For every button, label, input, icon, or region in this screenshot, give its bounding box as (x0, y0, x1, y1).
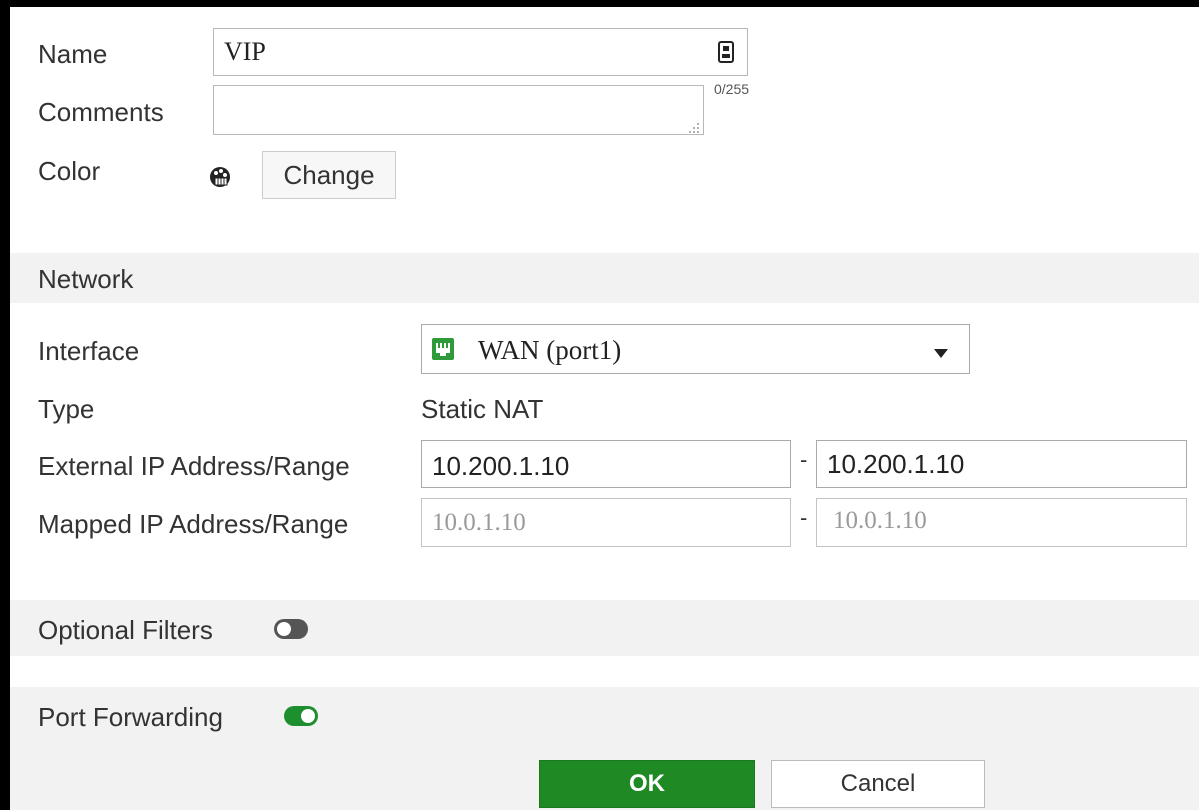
dialog-footer: OK Cancel (10, 743, 1199, 810)
vip-edit-dialog: Name VIP 0/255 Comments Color Change Net… (10, 7, 1199, 810)
mapped-ip-end-placeholder: 10.0.1.10 (833, 507, 927, 534)
resize-grip-icon[interactable] (689, 120, 699, 133)
color-label: Color (38, 156, 101, 186)
interface-label: Interface (38, 336, 140, 366)
optional-filters-toggle[interactable] (274, 619, 308, 639)
caret-down-icon[interactable] (934, 345, 948, 358)
toggle-knob (277, 622, 291, 636)
name-label: Name (38, 39, 108, 69)
color-palette-icon (209, 166, 231, 188)
port-forwarding-label: Port Forwarding (38, 702, 223, 732)
network-section-title: Network (38, 264, 134, 294)
mapped-ip-end-input[interactable]: 10.0.1.10 (816, 498, 1187, 547)
mapped-ip-start-input[interactable]: 10.0.1.10 (421, 498, 791, 547)
char-counter: 0/255 (714, 81, 750, 97)
network-section-header: Network (10, 253, 1199, 303)
external-ip-label: External IP Address/Range (38, 451, 350, 481)
external-ip-end-value: 10.200.1.10 (827, 449, 965, 479)
external-ip-start-value: 10.200.1.10 (432, 451, 570, 481)
type-value: Static NAT (421, 394, 544, 424)
port-icon (432, 338, 454, 360)
port-forwarding-toggle[interactable] (284, 706, 318, 726)
change-color-button[interactable]: Change (262, 151, 396, 199)
external-ip-end-input[interactable]: 10.200.1.10 (816, 440, 1187, 488)
type-label: Type (38, 394, 95, 424)
comments-label: Comments (38, 97, 164, 127)
form-fill-icon[interactable] (718, 41, 734, 63)
optional-filters-section: Optional Filters (10, 600, 1199, 656)
interface-selected-value: WAN (port1) (478, 335, 622, 365)
cancel-button[interactable]: Cancel (771, 760, 985, 808)
toggle-knob (301, 709, 315, 723)
range-separator: - (800, 505, 808, 530)
name-input-value: VIP (224, 37, 266, 66)
ok-button[interactable]: OK (539, 760, 755, 808)
name-input[interactable]: VIP (213, 28, 748, 76)
mapped-ip-label: Mapped IP Address/Range (38, 509, 349, 539)
external-ip-start-input[interactable]: 10.200.1.10 (421, 440, 791, 488)
comments-textarea[interactable] (213, 85, 704, 135)
optional-filters-label: Optional Filters (38, 615, 213, 645)
interface-select[interactable]: WAN (port1) (421, 324, 970, 374)
mapped-ip-start-placeholder: 10.0.1.10 (432, 509, 526, 536)
range-separator: - (800, 447, 808, 472)
port-forwarding-section: Port Forwarding (10, 687, 1199, 743)
